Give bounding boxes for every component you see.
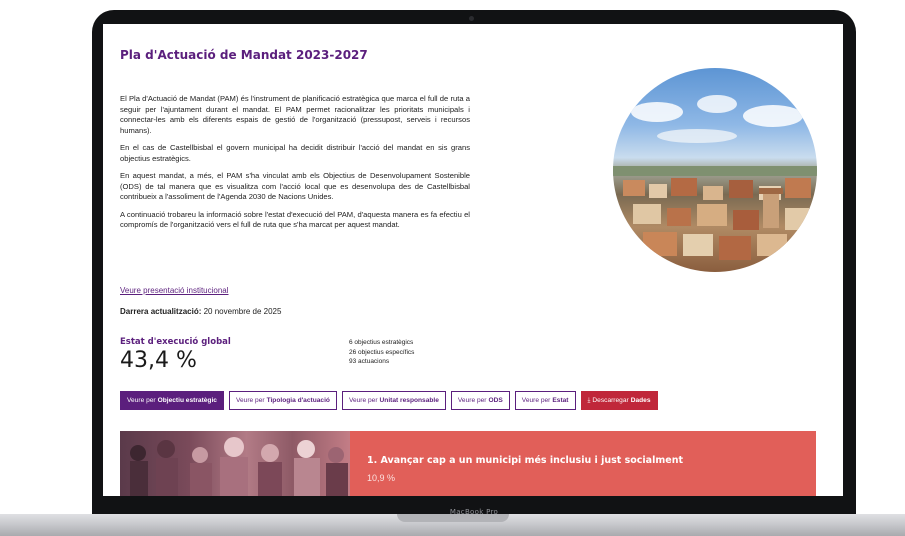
intro-paragraph: El Pla d'Actuació de Mandat (PAM) és l'i… — [120, 94, 470, 135]
view-by-responsible-unit-button[interactable]: Veure per Unitat responsable — [341, 391, 446, 410]
download-data-button[interactable]: ⤓ Descarregar Dades — [580, 391, 658, 410]
count-strategic-objectives: 6 objectius estratègics — [349, 339, 414, 346]
button-prefix: Veure per — [521, 397, 551, 404]
button-prefix: Descarregar — [592, 397, 629, 404]
button-prefix: Veure per — [457, 397, 487, 404]
page-title: Pla d'Actuació de Mandat 2023-2027 — [120, 48, 368, 62]
last-update-label: Darrera actualització: — [120, 307, 202, 316]
global-status-value: 43,4 % — [120, 348, 197, 373]
last-update-value: 20 novembre de 2025 — [203, 307, 282, 316]
view-buttons: Veure per Objectiu estratègic Veure per … — [120, 391, 658, 410]
button-label: Objectiu estratègic — [157, 397, 217, 404]
town-photo-illustration — [613, 95, 817, 260]
intro-paragraph: En aquest mandat, a més, el PAM s'ha vin… — [120, 171, 470, 201]
view-by-ods-button[interactable]: Veure per ODS — [450, 391, 510, 410]
view-by-status-button[interactable]: Veure per Estat — [514, 391, 576, 410]
last-update: Darrera actualització: 20 novembre de 20… — [120, 307, 281, 316]
camera-icon — [469, 16, 474, 21]
screen: Pla d'Actuació de Mandat 2023-2027 El Pl… — [103, 24, 843, 496]
objective-photo — [120, 431, 350, 496]
button-prefix: Veure per — [127, 397, 156, 404]
count-specific-objectives: 26 objectius específics — [349, 348, 415, 356]
button-prefix: Veure per — [348, 397, 378, 404]
button-label: ODS — [488, 397, 503, 404]
view-by-strategic-objective-button[interactable]: Veure per Objectiu estratègic — [120, 391, 224, 410]
global-status-label: Estat d'execució global — [120, 337, 231, 347]
intro-text: El Pla d'Actuació de Mandat (PAM) és l'i… — [120, 94, 470, 238]
objective-percent: 10,9 % — [367, 473, 396, 483]
intro-paragraph: A continuació trobareu la informació sob… — [120, 209, 470, 230]
objective-photo-illustration — [130, 437, 348, 496]
laptop-base — [0, 514, 905, 536]
town-photo — [613, 68, 817, 272]
button-label: Unitat responsable — [379, 397, 439, 404]
laptop-notch — [397, 514, 509, 522]
counts-list: 6 objectius estratègics 26 objectius esp… — [349, 338, 414, 367]
button-label: Tipologia d'actuació — [266, 397, 330, 404]
download-icon: ⤓ — [587, 396, 591, 404]
button-label: Estat — [552, 397, 569, 404]
button-prefix: Veure per — [235, 397, 265, 404]
count-actions: 93 actuacions — [349, 358, 390, 365]
intro-paragraph: En el cas de Castellbisbal el govern mun… — [120, 143, 470, 163]
view-by-action-type-button[interactable]: Veure per Tipologia d'actuació — [228, 391, 337, 410]
button-label: Dades — [630, 397, 651, 404]
presentation-link[interactable]: Veure presentació institucional — [120, 286, 229, 295]
objective-title: 1. Avançar cap a un municipi més inclusi… — [367, 455, 684, 466]
objective-card[interactable]: 1. Avançar cap a un municipi més inclusi… — [120, 431, 816, 496]
